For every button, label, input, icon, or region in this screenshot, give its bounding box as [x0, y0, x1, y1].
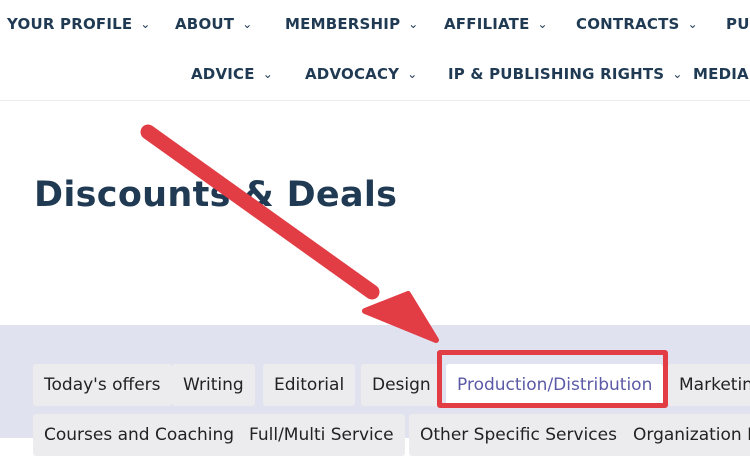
- nav-label: MEDIA: [693, 65, 749, 83]
- nav-item-advocacy[interactable]: ADVOCACY ⌄: [305, 54, 418, 94]
- filter-chip-editorial[interactable]: Editorial: [263, 364, 356, 406]
- nav-item-ip-publishing-rights[interactable]: IP & PUBLISHING RIGHTS ⌄: [448, 54, 683, 94]
- chevron-down-icon: ⌄: [687, 17, 698, 31]
- category-filter-band: Today's offers Writing Editorial Design …: [0, 325, 750, 456]
- filter-chip-courses-and-coaching[interactable]: Courses and Coaching: [33, 414, 246, 456]
- chevron-down-icon: ⌄: [242, 17, 253, 31]
- nav-item-about[interactable]: ABOUT ⌄: [175, 4, 252, 44]
- nav-label: IP & PUBLISHING RIGHTS: [448, 65, 665, 83]
- nav-label: ADVOCACY: [305, 65, 400, 83]
- nav-item-contracts[interactable]: CONTRACTS ⌄: [576, 4, 698, 44]
- filter-chip-full-multi-service[interactable]: Full/Multi Service: [238, 414, 405, 456]
- nav-label: YOUR PROFILE: [7, 15, 133, 33]
- chevron-down-icon: ⌄: [672, 67, 683, 81]
- filter-chip-marketing[interactable]: Marketin: [668, 364, 750, 406]
- nav-label: AFFILIATE: [444, 15, 530, 33]
- filter-chip-writing[interactable]: Writing: [172, 364, 255, 406]
- nav-divider: [0, 100, 750, 101]
- nav-item-membership[interactable]: MEMBERSHIP ⌄: [285, 4, 419, 44]
- nav-label: ADVICE: [191, 65, 255, 83]
- page-title: Discounts & Deals: [34, 175, 398, 215]
- nav-item-pu[interactable]: PU: [726, 4, 750, 44]
- nav-label: CONTRACTS: [576, 15, 680, 33]
- nav-item-advice[interactable]: ADVICE ⌄: [191, 54, 273, 94]
- chevron-down-icon: ⌄: [140, 17, 151, 31]
- nav-label: ABOUT: [175, 15, 235, 33]
- chevron-down-icon: ⌄: [262, 67, 273, 81]
- nav-item-affiliate[interactable]: AFFILIATE ⌄: [444, 4, 548, 44]
- nav-label: PU: [726, 15, 750, 33]
- chevron-down-icon: ⌄: [537, 17, 548, 31]
- filter-chip-design[interactable]: Design: [361, 364, 442, 406]
- filter-chip-todays-offers[interactable]: Today's offers: [33, 364, 172, 406]
- filter-chip-production-distribution[interactable]: Production/Distribution: [446, 364, 664, 406]
- filter-chip-organization[interactable]: Organization D: [622, 414, 750, 456]
- chevron-down-icon: ⌄: [408, 17, 419, 31]
- filter-chip-other-specific-services[interactable]: Other Specific Services: [409, 414, 628, 456]
- chevron-down-icon: ⌄: [407, 67, 418, 81]
- nav-item-your-profile[interactable]: YOUR PROFILE ⌄: [7, 4, 151, 44]
- nav-item-media[interactable]: MEDIA: [693, 54, 749, 94]
- nav-label: MEMBERSHIP: [285, 15, 401, 33]
